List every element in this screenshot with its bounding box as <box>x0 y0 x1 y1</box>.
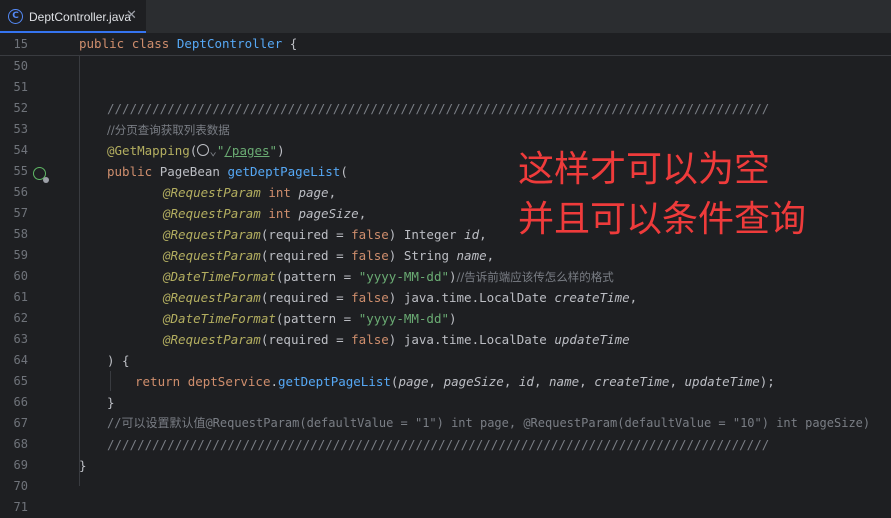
line-number: 62 <box>13 311 28 325</box>
annotation: @DateTimeFormat(pattern = "yyyy-MM-dd") <box>163 311 457 326</box>
parameter: @RequestParam int pageSize, <box>163 206 367 221</box>
code-line: 59 @RequestParam(required = false) String… <box>0 245 891 266</box>
line-number: 50 <box>13 59 28 73</box>
code-line: 51 <box>0 77 891 98</box>
line-number: 71 <box>13 500 28 514</box>
globe-icon[interactable] <box>197 144 210 156</box>
line-number: 68 <box>13 437 28 451</box>
parameter: @RequestParam(required = false) String n… <box>163 248 495 263</box>
line-number: 51 <box>13 80 28 94</box>
tab-deptcontroller-java[interactable]: C DeptController.java ✕ <box>0 0 146 33</box>
line-number: 54 <box>13 143 28 157</box>
annotation-overlay-text: 这样才可以为空 并且可以条件查询 <box>518 145 806 245</box>
code-line: 64 ) { <box>0 350 891 371</box>
code-line: 71 <box>0 497 891 518</box>
separator-comment: ////////////////////////////////////////… <box>107 437 770 452</box>
code-line: 69} <box>0 455 891 476</box>
line-number: 63 <box>13 332 28 346</box>
line-number: 61 <box>13 290 28 304</box>
line-number: 55 <box>13 164 28 178</box>
code-line: 60 @DateTimeFormat(pattern = "yyyy-MM-dd"… <box>0 266 891 287</box>
line-number: 67 <box>13 416 28 430</box>
line-number: 53 <box>13 122 28 136</box>
parameter: @RequestParam(required = false) java.tim… <box>163 332 630 347</box>
method-signature: public PageBean getDeptPageList( <box>107 164 348 179</box>
code-line: 52 //////////////////////////////////////… <box>0 98 891 119</box>
tab-label: DeptController.java <box>29 10 132 24</box>
line-number: 64 <box>13 353 28 367</box>
parameter: @RequestParam(required = false) Integer … <box>163 227 487 242</box>
code-line: 66} <box>0 392 891 413</box>
line-number: 70 <box>13 479 28 493</box>
code-line: 65 return deptService.getDeptPageList(pag… <box>0 371 891 392</box>
sticky-class-header[interactable]: 15 public class DeptController { <box>0 33 891 56</box>
line-number: 52 <box>13 101 28 115</box>
line-number: 58 <box>13 227 28 241</box>
method-body-open: ) { <box>107 353 130 368</box>
overlay-line-2: 并且可以条件查询 <box>518 199 807 240</box>
code-line: 61 @RequestParam(required = false) java.t… <box>0 287 891 308</box>
comment: //可以设置默认值@RequestParam(defaultValue = "1… <box>107 416 871 430</box>
getmapping-annotation: @GetMapping(⌄"/pages") <box>107 143 285 158</box>
code-line: 63 @RequestParam(required = false) java.t… <box>0 329 891 350</box>
code-line: 67 //可以设置默认值@RequestParam(defaultValue = … <box>0 413 891 434</box>
code-line: 68 //////////////////////////////////////… <box>0 434 891 455</box>
code-line: 70 <box>0 476 891 497</box>
code-line: 62 @DateTimeFormat(pattern = "yyyy-MM-dd"… <box>0 308 891 329</box>
line-number: 56 <box>13 185 28 199</box>
line-number: 60 <box>13 269 28 283</box>
code-line: 53 //分页查询获取列表数据 <box>0 119 891 140</box>
web-endpoint-gutter-icon[interactable] <box>33 167 49 183</box>
overlay-line-1: 这样才可以为空 <box>518 149 771 190</box>
annotation: @DateTimeFormat(pattern = "yyyy-MM-dd")/… <box>163 269 614 284</box>
comment: //分页查询获取列表数据 <box>107 123 230 137</box>
line-number: 66 <box>13 395 28 409</box>
class-declaration: public class DeptController { <box>79 36 298 51</box>
java-class-icon: C <box>8 9 23 24</box>
return-statement: return deptService.getDeptPageList(page,… <box>135 374 775 389</box>
code-editor[interactable]: 50 51 52 ////////////////////////////////… <box>0 56 891 514</box>
endpoint-link[interactable]: /pages <box>224 143 269 158</box>
parameter: @RequestParam int page, <box>163 185 337 200</box>
line-number: 57 <box>13 206 28 220</box>
method-body-close: } <box>107 395 115 410</box>
line-number: 69 <box>13 458 28 472</box>
close-icon[interactable]: ✕ <box>126 8 137 23</box>
class-body-close: } <box>79 458 87 473</box>
parameter: @RequestParam(required = false) java.tim… <box>163 290 638 305</box>
line-number: 65 <box>13 374 28 388</box>
line-number: 59 <box>13 248 28 262</box>
separator-comment: ////////////////////////////////////////… <box>107 101 770 116</box>
line-number: 15 <box>13 37 28 51</box>
code-line: 50 <box>0 56 891 77</box>
editor-tab-bar: C DeptController.java ✕ <box>0 0 891 34</box>
